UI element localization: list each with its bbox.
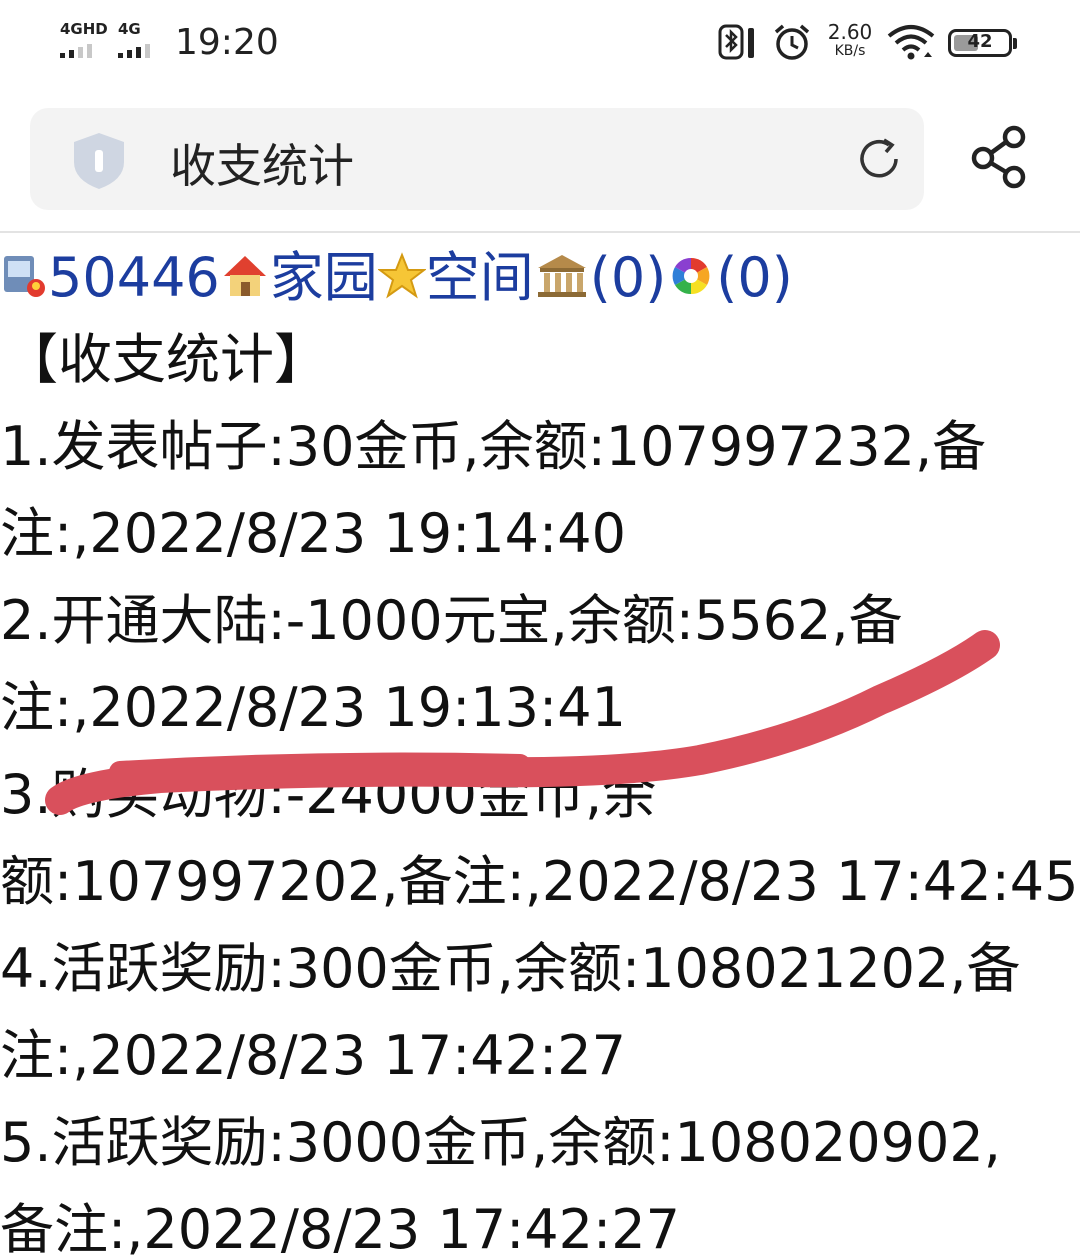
net-speed-unit: KB/s <box>834 43 866 59</box>
home-link[interactable]: 家园 <box>270 246 378 309</box>
shield-icon[interactable] <box>70 130 128 192</box>
wifi-icon <box>887 25 935 60</box>
entry-line: 1.发表帖子:30金币,余额:107997232,备 <box>0 415 987 478</box>
address-bar[interactable]: 收支统计 <box>30 108 924 210</box>
color-count-link[interactable]: (0) <box>716 246 793 309</box>
bank-icon[interactable] <box>534 252 590 300</box>
user-icon[interactable] <box>0 252 48 300</box>
color-wheel-icon[interactable] <box>666 252 716 300</box>
list-item: 2.开通大陆:-1000元宝,余额:5562,备 注:,2022/8/23 19… <box>0 577 1080 751</box>
bank-count-link[interactable]: (0) <box>590 246 667 309</box>
page-content: 50446 家园 空间 (0) (0) 【收支统计】 1.发表帖子:30金币,余… <box>0 240 1080 1260</box>
star-icon[interactable] <box>377 252 426 300</box>
status-bar: 4GHD 4G 19:20 2.60 KB/s 42 <box>0 0 1080 90</box>
reload-icon[interactable] <box>854 134 904 184</box>
share-icon[interactable] <box>968 124 1032 190</box>
status-time: 19:20 <box>175 22 279 63</box>
entry-line: 3.购买动物:-24000金币,余 <box>0 763 657 826</box>
entry-line: 注:,2022/8/23 19:13:41 <box>0 676 626 739</box>
list-item: 4.活跃奖励:300金币,余额:108021202,备 注:,2022/8/23… <box>0 925 1080 1099</box>
nav-links: 50446 家园 空间 (0) (0) <box>0 240 1080 316</box>
list-item: 1.发表帖子:30金币,余额:107997232,备 注:,2022/8/23 … <box>0 403 1080 577</box>
entry-line: 注:,2022/8/23 19:14:40 <box>0 502 626 565</box>
net-speed-value: 2.60 <box>827 20 873 44</box>
entry-line: 4.活跃奖励:300金币,余额:108021202,备 <box>0 937 1021 1000</box>
net-speed: 2.60 KB/s <box>822 22 878 58</box>
sim2-label: 4G <box>118 20 141 38</box>
sim1-label: 4GHD <box>60 20 108 38</box>
entry-line: 2.开通大陆:-1000元宝,余额:5562,备 <box>0 589 903 652</box>
page: 4GHD 4G 19:20 2.60 KB/s 42 收支统计 50446 家园… <box>0 0 1080 1260</box>
bluetooth-icon <box>718 24 754 60</box>
battery-level: 42 <box>967 31 993 52</box>
entry-line: 5.活跃奖励:3000金币,余额:108020902, <box>0 1111 1001 1174</box>
entry-line: 备注:,2022/8/23 17:42:27 <box>0 1198 680 1260</box>
page-title: 收支统计 <box>170 139 354 193</box>
space-link[interactable]: 空间 <box>426 246 534 309</box>
entry-line: 注:,2022/8/23 17:42:27 <box>0 1024 626 1087</box>
user-id-link[interactable]: 50446 <box>48 246 220 309</box>
home-icon[interactable] <box>220 252 270 300</box>
list-item: 3.购买动物:-24000金币,余 额:107997202,备注:,2022/8… <box>0 751 1080 925</box>
divider <box>0 231 1080 233</box>
battery-icon: 42 <box>948 29 1017 57</box>
entry-line: 额:107997202,备注:,2022/8/23 17:42:45 <box>0 850 1079 913</box>
alarm-icon <box>774 24 810 60</box>
section-title: 【收支统计】 <box>4 328 328 391</box>
list-item: 5.活跃奖励:3000金币,余额:108020902, 备注:,2022/8/2… <box>0 1099 1080 1260</box>
